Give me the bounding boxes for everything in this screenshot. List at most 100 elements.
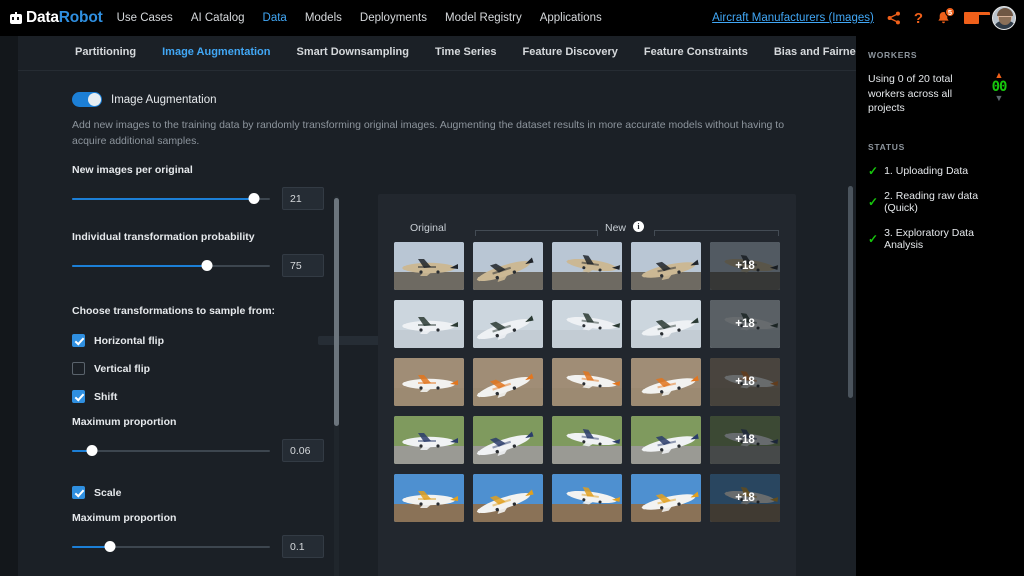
checkbox-vertical-flip[interactable]: Vertical flip	[72, 362, 324, 375]
augmented-image-thumbnail[interactable]	[631, 300, 701, 348]
augmented-image-thumbnail[interactable]	[631, 474, 701, 522]
nav-item-applications[interactable]: Applications	[540, 12, 602, 24]
original-image-thumbnail[interactable]	[394, 416, 464, 464]
app-root: DataRobot Use Cases AI Catalog Data Mode…	[0, 0, 1024, 576]
preview-row: +18	[394, 242, 780, 290]
nav-item-model-registry[interactable]: Model Registry	[445, 12, 522, 24]
folder-icon[interactable]	[964, 12, 979, 24]
tab-time-series[interactable]: Time Series	[422, 46, 510, 58]
notifications-icon[interactable]: 5	[936, 10, 951, 26]
checkbox-shift[interactable]: Shift	[72, 390, 324, 403]
share-icon[interactable]	[887, 11, 901, 25]
augmentation-preview-panel: Original New i	[378, 194, 796, 576]
preview-new-label: New	[605, 222, 626, 234]
scale-label: Scale	[94, 487, 121, 499]
transform-probability-slider[interactable]	[72, 259, 270, 272]
original-image-thumbnail[interactable]	[394, 242, 464, 290]
nav-item-use-cases[interactable]: Use Cases	[117, 12, 173, 24]
panel-split-handle[interactable]	[318, 336, 386, 345]
augmented-image-thumbnail[interactable]	[631, 416, 701, 464]
form-scrollbar[interactable]	[334, 196, 339, 576]
augmented-image-thumbnail[interactable]	[473, 300, 543, 348]
help-icon[interactable]: ?	[914, 10, 923, 27]
new-images-value[interactable]: 21	[282, 187, 324, 210]
main-scrollbar-thumb[interactable]	[848, 186, 853, 398]
original-image-thumbnail[interactable]	[394, 474, 464, 522]
preview-header: Original New i	[378, 194, 796, 244]
augmented-image-thumbnail[interactable]	[552, 416, 622, 464]
status-section-title: STATUS	[868, 142, 1012, 152]
tab-partitioning[interactable]: Partitioning	[62, 46, 149, 58]
robot-head-icon	[9, 12, 23, 25]
logo-text-data: Data	[26, 9, 59, 26]
checkbox-horizontal-flip[interactable]: Horizontal flip	[72, 334, 324, 347]
workers-description: Using 0 of 20 total workers across all p…	[868, 72, 986, 116]
augmented-image-thumbnail[interactable]	[552, 358, 622, 406]
nav-item-data[interactable]: Data	[263, 12, 287, 24]
image-augmentation-toggle[interactable]	[72, 92, 102, 107]
augmented-image-thumbnail[interactable]	[631, 242, 701, 290]
tab-image-augmentation[interactable]: Image Augmentation	[149, 46, 283, 58]
main-scrollbar[interactable]	[848, 36, 853, 576]
more-images-tile[interactable]: +18	[710, 300, 780, 348]
new-images-label: New images per original	[72, 164, 324, 176]
more-images-label: +18	[735, 434, 755, 446]
logo-text-robot: Robot	[59, 9, 103, 26]
more-images-label: +18	[735, 260, 755, 272]
shift-max-proportion-value[interactable]: 0.06	[282, 439, 324, 462]
tab-smart-downsampling[interactable]: Smart Downsampling	[284, 46, 422, 58]
original-image-thumbnail[interactable]	[394, 300, 464, 348]
more-images-label: +18	[735, 376, 755, 388]
workers-row: Using 0 of 20 total workers across all p…	[868, 72, 1012, 116]
info-icon[interactable]: i	[633, 221, 644, 232]
more-images-tile[interactable]: +18	[710, 242, 780, 290]
nav-item-models[interactable]: Models	[305, 12, 342, 24]
tab-bias-and-fairness[interactable]: Bias and Fairness	[761, 46, 856, 58]
shift-checkbox[interactable]	[72, 390, 85, 403]
nav-item-ai-catalog[interactable]: AI Catalog	[191, 12, 245, 24]
new-bracket	[654, 230, 779, 236]
form-scrollbar-thumb[interactable]	[334, 198, 339, 426]
augmented-image-thumbnail[interactable]	[552, 300, 622, 348]
scale-max-proportion-label: Maximum proportion	[72, 512, 324, 524]
tab-feature-discovery[interactable]: Feature Discovery	[510, 46, 631, 58]
more-images-tile[interactable]: +18	[710, 416, 780, 464]
augmented-image-thumbnail[interactable]	[473, 474, 543, 522]
original-image-thumbnail[interactable]	[394, 358, 464, 406]
scale-max-proportion-slider[interactable]	[72, 540, 270, 553]
transform-probability-label: Individual transformation probability	[72, 231, 324, 243]
new-images-slider[interactable]	[72, 192, 270, 205]
chevron-down-icon[interactable]: ▼	[995, 95, 1004, 102]
horizontal-flip-checkbox[interactable]	[72, 334, 85, 347]
shift-max-proportion-slider[interactable]	[72, 444, 270, 457]
augmented-image-thumbnail[interactable]	[473, 416, 543, 464]
current-project-link[interactable]: Aircraft Manufacturers (Images)	[712, 12, 874, 24]
augmented-image-thumbnail[interactable]	[473, 242, 543, 290]
tab-divider	[18, 70, 856, 71]
vertical-flip-label: Vertical flip	[94, 363, 150, 375]
status-item-exploratory-data-analysis: ✓ 3. Exploratory Data Analysis	[868, 227, 1012, 251]
status-item-reading-raw-data: ✓ 2. Reading raw data (Quick)	[868, 190, 1012, 214]
augmented-image-thumbnail[interactable]	[631, 358, 701, 406]
original-bracket	[475, 230, 598, 236]
augmented-image-thumbnail[interactable]	[552, 242, 622, 290]
datarobot-logo[interactable]: DataRobot	[9, 9, 103, 27]
checkbox-scale[interactable]: Scale	[72, 486, 324, 499]
top-navigation-bar: DataRobot Use Cases AI Catalog Data Mode…	[0, 0, 1024, 36]
preview-original-label: Original	[410, 222, 446, 234]
nav-item-deployments[interactable]: Deployments	[360, 12, 427, 24]
augmented-image-thumbnail[interactable]	[473, 358, 543, 406]
scale-checkbox[interactable]	[72, 486, 85, 499]
transform-probability-value[interactable]: 75	[282, 254, 324, 277]
share-icon-svg	[887, 11, 901, 25]
more-images-tile[interactable]: +18	[710, 358, 780, 406]
more-images-tile[interactable]: +18	[710, 474, 780, 522]
workers-stepper: ▲ 00 ▼	[986, 72, 1012, 102]
user-avatar[interactable]	[992, 6, 1016, 30]
scale-max-proportion-value[interactable]: 0.1	[282, 535, 324, 558]
chevron-up-icon[interactable]: ▲	[995, 72, 1004, 79]
vertical-flip-checkbox[interactable]	[72, 362, 85, 375]
augmented-image-thumbnail[interactable]	[552, 474, 622, 522]
tab-feature-constraints[interactable]: Feature Constraints	[631, 46, 761, 58]
header-actions: Aircraft Manufacturers (Images) ?	[712, 0, 1016, 36]
